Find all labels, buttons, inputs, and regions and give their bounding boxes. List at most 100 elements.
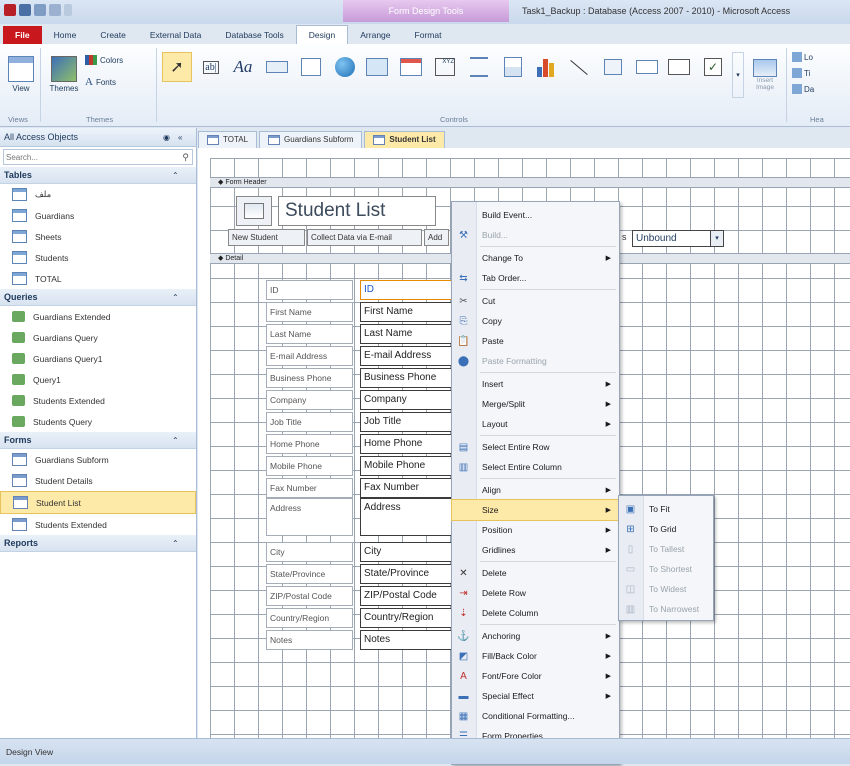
label-control-button[interactable]: Aa bbox=[228, 52, 258, 82]
menu-item[interactable]: ⚒ Build... bbox=[452, 225, 619, 245]
ribbon-tab-file[interactable]: File bbox=[3, 26, 42, 44]
ribbon-tab-format[interactable]: Format bbox=[403, 26, 454, 44]
nav-item[interactable]: Query1 bbox=[0, 369, 196, 390]
field-textbox[interactable]: E-mail Address bbox=[360, 346, 455, 366]
document-tab[interactable]: Guardians Subform bbox=[259, 131, 363, 148]
nav-item[interactable]: Student List bbox=[0, 491, 196, 514]
page-break-button[interactable] bbox=[464, 52, 494, 82]
field-label[interactable]: ID bbox=[266, 280, 353, 300]
menu-item[interactable]: Insert ▶ bbox=[452, 374, 619, 394]
field-textbox[interactable]: Last Name bbox=[360, 324, 455, 344]
submenu-item[interactable]: ▯ To Tallest bbox=[619, 539, 713, 559]
field-label[interactable]: City bbox=[266, 542, 353, 562]
search-icon[interactable]: ⚲ bbox=[182, 152, 189, 163]
menu-item[interactable]: ⚓ Anchoring ▶ bbox=[452, 626, 619, 646]
nav-item[interactable]: Guardians Query bbox=[0, 327, 196, 348]
chart-control-button[interactable] bbox=[530, 52, 560, 82]
field-label[interactable]: Address bbox=[266, 498, 353, 536]
nav-search-box[interactable]: Search... ⚲ bbox=[3, 149, 193, 165]
field-textbox[interactable]: ID bbox=[360, 280, 455, 300]
dropdown-arrow-icon[interactable]: ▾ bbox=[710, 231, 723, 246]
field-label[interactable]: Country/Region bbox=[266, 608, 353, 628]
textbox-control-button[interactable]: ab| bbox=[196, 52, 226, 82]
field-label[interactable]: ZIP/Postal Code bbox=[266, 586, 353, 606]
submenu-item[interactable]: ◫ To Widest bbox=[619, 579, 713, 599]
field-label[interactable]: Mobile Phone bbox=[266, 456, 353, 476]
submenu-item[interactable]: ⊞ To Grid bbox=[619, 519, 713, 539]
ribbon-tab-database-tools[interactable]: Database Tools bbox=[213, 26, 295, 44]
menu-item[interactable]: Merge/Split ▶ bbox=[452, 394, 619, 414]
navigation-control-button[interactable] bbox=[396, 52, 426, 82]
button-control-button[interactable] bbox=[262, 52, 292, 82]
insert-image-button[interactable]: Insert Image bbox=[748, 52, 782, 98]
collapse-chevron-icon[interactable]: ⌃ bbox=[172, 171, 179, 180]
field-label[interactable]: Notes bbox=[266, 630, 353, 650]
nav-item[interactable]: Student Details bbox=[0, 470, 196, 491]
nav-item[interactable]: Sheets bbox=[0, 226, 196, 247]
nav-item[interactable]: TOTAL bbox=[0, 268, 196, 289]
list-box-button[interactable] bbox=[632, 52, 662, 82]
menu-item[interactable]: ⇣ Delete Column bbox=[452, 603, 619, 623]
field-textbox[interactable]: Address bbox=[360, 498, 455, 536]
menu-item[interactable]: Align ▶ bbox=[452, 480, 619, 500]
field-label[interactable]: Job Title bbox=[266, 412, 353, 432]
web-browser-control-button[interactable] bbox=[362, 52, 392, 82]
ribbon-tab-design[interactable]: Design bbox=[295, 25, 349, 44]
nav-pane-header[interactable]: All Access Objects ◉ « bbox=[0, 128, 196, 147]
menu-item[interactable]: Position ▶ bbox=[452, 520, 619, 540]
header-command-button[interactable]: New Student bbox=[228, 229, 305, 246]
menu-item[interactable]: ⬤ Paste Formatting bbox=[452, 351, 619, 371]
nav-item[interactable]: Guardians Extended bbox=[0, 306, 196, 327]
nav-item[interactable]: Students Query bbox=[0, 411, 196, 432]
tab-control-button[interactable] bbox=[296, 52, 326, 82]
menu-item[interactable]: ✕ Delete bbox=[452, 563, 619, 583]
header-footer-item[interactable]: Lo bbox=[792, 52, 814, 62]
view-button[interactable]: View bbox=[4, 50, 38, 98]
header-footer-item[interactable]: Ti bbox=[792, 68, 814, 78]
save-icon[interactable] bbox=[19, 4, 31, 16]
menu-item[interactable]: Layout ▶ bbox=[452, 414, 619, 434]
menu-item[interactable]: ▦ Conditional Formatting... bbox=[452, 706, 619, 726]
menu-item[interactable]: ⇆ Tab Order... bbox=[452, 268, 619, 288]
menu-item[interactable]: Gridlines ▶ bbox=[452, 540, 619, 560]
rectangle-control-button[interactable] bbox=[664, 52, 694, 82]
nav-item[interactable]: Guardians Subform bbox=[0, 449, 196, 470]
nav-pane-dropdown-icon[interactable]: ◉ bbox=[163, 133, 170, 142]
ribbon-tab-create[interactable]: Create bbox=[88, 26, 138, 44]
submenu-item[interactable]: ▭ To Shortest bbox=[619, 559, 713, 579]
header-footer-item[interactable]: Da bbox=[792, 84, 814, 94]
field-label[interactable]: Fax Number bbox=[266, 478, 353, 498]
ribbon-tab-external-data[interactable]: External Data bbox=[138, 26, 214, 44]
ribbon-tab-home[interactable]: Home bbox=[42, 26, 89, 44]
nav-group-forms[interactable]: Forms ⌃ bbox=[0, 432, 196, 449]
field-textbox[interactable]: First Name bbox=[360, 302, 455, 322]
field-label[interactable]: Last Name bbox=[266, 324, 353, 344]
field-textbox[interactable]: Fax Number bbox=[360, 478, 455, 498]
field-textbox[interactable]: City bbox=[360, 542, 455, 562]
line-control-button[interactable] bbox=[564, 52, 594, 82]
nav-group-reports[interactable]: Reports ⌃ bbox=[0, 535, 196, 552]
menu-item[interactable]: Size ▶ bbox=[451, 499, 620, 521]
field-textbox[interactable]: ZIP/Postal Code bbox=[360, 586, 455, 606]
submenu-item[interactable]: ▣ To Fit bbox=[619, 499, 713, 519]
option-group-button[interactable]: XYZ bbox=[430, 52, 460, 82]
field-textbox[interactable]: Company bbox=[360, 390, 455, 410]
form-header-section-bar[interactable]: ◆ Form Header bbox=[210, 177, 850, 188]
nav-group-queries[interactable]: Queries ⌃ bbox=[0, 289, 196, 306]
toggle-button-control[interactable] bbox=[598, 52, 628, 82]
menu-item[interactable]: ▥ Select Entire Column bbox=[452, 457, 619, 477]
customize-qat-icon[interactable] bbox=[64, 4, 72, 16]
nav-item[interactable]: Guardians bbox=[0, 205, 196, 226]
field-label[interactable]: First Name bbox=[266, 302, 353, 322]
hyperlink-control-button[interactable] bbox=[330, 52, 360, 82]
ribbon-tab-arrange[interactable]: Arrange bbox=[348, 26, 402, 44]
header-command-button[interactable]: Collect Data via E-mail bbox=[307, 229, 422, 246]
nav-item[interactable]: ملف bbox=[0, 184, 196, 205]
colors-button[interactable]: Colors bbox=[84, 52, 124, 68]
field-label[interactable]: Company bbox=[266, 390, 353, 410]
menu-item[interactable]: ⎘ Copy bbox=[452, 311, 619, 331]
fonts-button[interactable]: A Fonts bbox=[84, 74, 117, 90]
field-label[interactable]: Business Phone bbox=[266, 368, 353, 388]
field-textbox[interactable]: Job Title bbox=[360, 412, 455, 432]
document-tab[interactable]: TOTAL bbox=[198, 131, 258, 148]
